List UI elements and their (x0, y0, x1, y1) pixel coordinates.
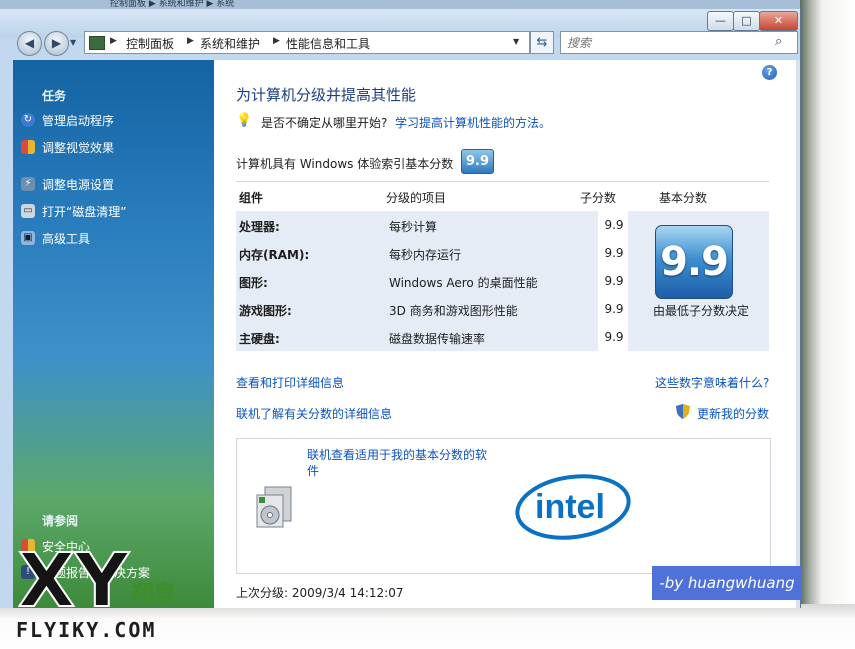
disk-cleanup-icon: ▭ (21, 204, 35, 218)
address-dropdown-chevron-icon[interactable]: ▼ (513, 37, 519, 46)
power-icon: ⚡ (21, 177, 35, 191)
table-row: 游戏图形: 3D 商务和游戏图形性能 9.9 (236, 295, 628, 324)
breadcrumb-separator-icon: ▶ (110, 36, 117, 46)
search-box[interactable]: ⌕ (560, 31, 798, 54)
search-icon[interactable]: ⌕ (775, 34, 782, 49)
task-label: 打开“磁盘清理” (42, 205, 127, 219)
score-table: 处理器: 每秒计算 9.9 内存(RAM): 每秒内存运行 9.9 图形: Wi… (236, 210, 769, 352)
base-score-caption: 由最低子分数决定 (652, 304, 749, 318)
task-label: 管理启动程序 (42, 114, 115, 128)
rated-item: 磁盘数据传输速率 (389, 332, 486, 346)
breadcrumb-control-panel[interactable]: 控制面板 (126, 35, 174, 52)
subscore: 9.9 (600, 211, 628, 239)
back-button[interactable]: ◀ (17, 31, 42, 56)
table-row: 主硬盘: 磁盘数据传输速率 9.9 (236, 323, 628, 352)
table-header: 组件 分级的项目 子分数 基本分数 (236, 186, 769, 208)
big-base-score-badge: 9.9 (655, 225, 733, 299)
torn-edge-right (800, 0, 855, 649)
table-row: 图形: Windows Aero 的桌面性能 9.9 (236, 267, 628, 296)
task-disk-cleanup[interactable]: ▭ 打开“磁盘清理” (21, 203, 211, 221)
rated-item: 每秒内存运行 (389, 248, 462, 262)
component-name: 处理器: (239, 220, 280, 234)
content-pane: ? 为计算机分级并提高其性能 💡 是否不确定从哪里开始? 学习提高计算机性能的方… (214, 60, 796, 608)
advanced-tools-icon: ▣ (21, 231, 35, 245)
lightbulb-icon: 💡 (236, 113, 253, 128)
base-score-text: 计算机具有 Windows 体验索引基本分数 (236, 157, 454, 171)
address-bar[interactable]: ▶ 控制面板 ▶ 系统和维护 ▶ 性能信息和工具 ▼ (84, 31, 530, 54)
breadcrumb-system-maintenance[interactable]: 系统和维护 (200, 35, 260, 52)
subscore: 9.9 (600, 295, 628, 323)
task-visual-effects[interactable]: 调整视觉效果 (21, 139, 211, 157)
rated-item: 3D 商务和游戏图形性能 (389, 304, 518, 318)
base-score-badge: 9.9 (461, 149, 494, 174)
header-rated-item: 分级的项目 (386, 191, 447, 205)
task-label: 调整电源设置 (42, 178, 115, 192)
task-label: 调整视觉效果 (42, 141, 115, 155)
software-box-icon (251, 485, 295, 529)
page-title: 为计算机分级并提高其性能 (236, 86, 417, 104)
subscore: 9.9 (600, 323, 628, 351)
component-name: 图形: (239, 276, 268, 290)
forward-button[interactable]: ▶ (44, 31, 69, 56)
brand-logo-letters: XY (18, 540, 130, 620)
header-subscore: 子分数 (580, 191, 617, 205)
brand-logo-text: FLYIKY.COM (16, 618, 157, 642)
background-window-strip: 控制面板 ▶ 系统和维护 ▶ 系统 (0, 0, 800, 9)
component-name: 游戏图形: (239, 304, 292, 318)
brand-logo-chinese: 翔意 (132, 582, 177, 607)
learn-improve-link[interactable]: 学习提高计算机性能的方法。 (395, 114, 551, 131)
task-label: 高级工具 (42, 232, 91, 246)
task-power-settings[interactable]: ⚡ 调整电源设置 (21, 176, 211, 194)
rated-item: Windows Aero 的桌面性能 (389, 276, 538, 290)
base-score-cell: 9.9 由最低子分数决定 (628, 211, 769, 351)
intel-logo: intel (513, 471, 635, 546)
online-details-link[interactable]: 联机了解有关分数的详细信息 (236, 405, 392, 422)
background-window-path: 控制面板 ▶ 系统和维护 ▶ 系统 (110, 0, 235, 9)
search-input[interactable] (561, 32, 783, 53)
header-base-score: 基本分数 (659, 191, 708, 205)
component-name: 主硬盘: (239, 332, 280, 346)
rated-item: 每秒计算 (389, 220, 438, 234)
last-rating-text: 上次分级: 2009/3/4 14:12:07 (236, 586, 404, 600)
subscore: 9.9 (600, 239, 628, 267)
shield-icon (21, 140, 35, 154)
maximize-button[interactable]: □ (733, 11, 760, 31)
uac-shield-icon (676, 404, 690, 419)
see-also-heading: 请参阅 (42, 514, 79, 528)
intel-logo-text: intel (535, 488, 605, 526)
breadcrumb-separator-icon: ▶ (273, 36, 280, 46)
help-icon[interactable]: ? (762, 65, 777, 80)
update-score-link[interactable]: 更新我的分数 (697, 405, 769, 422)
close-button[interactable]: ✕ (759, 11, 798, 31)
software-panel: 联机查看适用于我的基本分数的软件 intel (236, 438, 771, 574)
manage-startup-icon: ↻ (21, 113, 35, 127)
scrollbar[interactable] (796, 60, 800, 608)
subscore: 9.9 (600, 267, 628, 295)
print-details-link[interactable]: 查看和打印详细信息 (236, 374, 344, 391)
divider (236, 181, 769, 182)
brand-logo-mark: XY (17, 537, 138, 625)
component-name: 内存(RAM): (239, 248, 310, 262)
what-do-numbers-mean-link[interactable]: 这些数字意味着什么? (655, 374, 769, 391)
recent-pages-chevron-icon[interactable]: ▼ (70, 38, 76, 47)
author-watermark: -by huangwhuang (652, 566, 802, 600)
tasks-panel: 任务 ↻ 管理启动程序 调整视觉效果 ⚡ 调整电源设置 ▭ 打开“磁盘清理” ▣… (13, 60, 214, 608)
hint-text: 是否不确定从哪里开始? (261, 116, 388, 130)
breadcrumb-performance-tools[interactable]: 性能信息和工具 (286, 35, 370, 52)
task-manage-startup[interactable]: ↻ 管理启动程序 (21, 112, 211, 130)
task-advanced-tools[interactable]: ▣ 高级工具 (21, 230, 211, 248)
table-row: 处理器: 每秒计算 9.9 (236, 211, 628, 240)
minimize-button[interactable]: — (707, 11, 734, 31)
software-link[interactable]: 联机查看适用于我的基本分数的软件 (307, 447, 497, 479)
control-panel-icon (89, 36, 105, 50)
breadcrumb-separator-icon: ▶ (187, 36, 194, 46)
header-component: 组件 (239, 191, 264, 205)
refresh-button[interactable]: ⇆ (530, 31, 554, 54)
table-row: 内存(RAM): 每秒内存运行 9.9 (236, 239, 628, 268)
tasks-heading: 任务 (42, 89, 67, 103)
